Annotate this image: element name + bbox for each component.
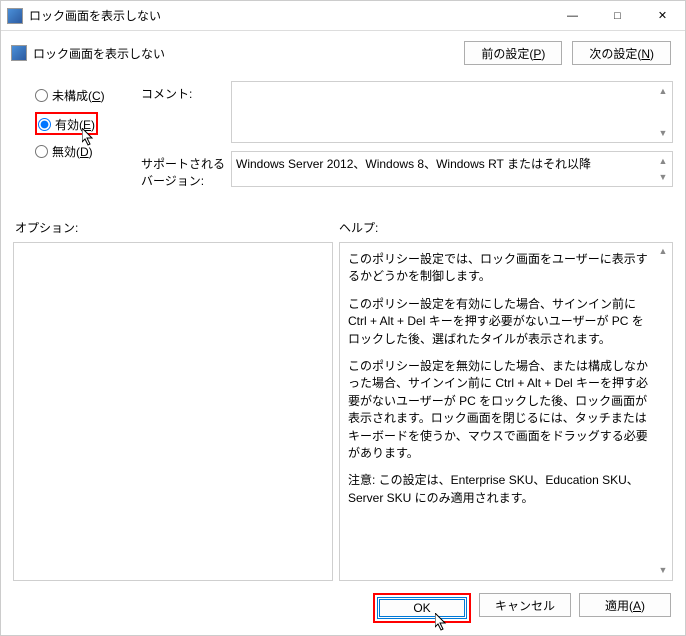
scroll-down-icon[interactable]: ▼ bbox=[656, 126, 670, 140]
cancel-button[interactable]: キャンセル bbox=[479, 593, 571, 617]
ok-button[interactable]: OK bbox=[377, 597, 467, 619]
state-radios: 未構成(C) 有効(E) 無効(D) bbox=[13, 81, 141, 197]
radio-disabled-label[interactable]: 無効(D) bbox=[52, 143, 93, 160]
prev-setting-button[interactable]: 前の設定(P) bbox=[464, 41, 562, 65]
help-panel: このポリシー設定では、ロック画面をユーザーに表示するかどうかを制御します。 この… bbox=[339, 242, 673, 581]
window-title: ロック画面を表示しない bbox=[29, 7, 550, 24]
policy-title: ロック画面を表示しない bbox=[33, 45, 464, 62]
dialog-buttons: OK キャンセル 適用(A) bbox=[13, 593, 673, 623]
close-button[interactable]: ✕ bbox=[640, 1, 685, 30]
help-text: このポリシー設定を有効にした場合、サインイン前に Ctrl + Alt + De… bbox=[348, 296, 650, 348]
radio-not-configured-label[interactable]: 未構成(C) bbox=[52, 87, 105, 104]
scroll-up-icon[interactable]: ▲ bbox=[656, 84, 670, 98]
radio-enabled[interactable] bbox=[38, 118, 51, 131]
help-text: このポリシー設定では、ロック画面をユーザーに表示するかどうかを制御します。 bbox=[348, 251, 650, 286]
options-panel bbox=[13, 242, 333, 581]
comment-textbox[interactable]: ▲ ▼ bbox=[231, 81, 673, 143]
toolbar: ロック画面を表示しない 前の設定(P) 次の設定(N) bbox=[1, 31, 685, 75]
options-label: オプション: bbox=[13, 219, 339, 236]
dialog-window: ロック画面を表示しない — □ ✕ ロック画面を表示しない 前の設定(P) 次の… bbox=[0, 0, 686, 636]
app-icon bbox=[7, 8, 23, 24]
apply-button[interactable]: 適用(A) bbox=[579, 593, 671, 617]
radio-enabled-label[interactable]: 有効(E) bbox=[55, 116, 95, 133]
version-label: サポートされるバージョン: bbox=[141, 151, 231, 189]
scroll-up-icon[interactable]: ▲ bbox=[656, 245, 670, 259]
titlebar: ロック画面を表示しない — □ ✕ bbox=[1, 1, 685, 31]
minimize-button[interactable]: — bbox=[550, 1, 595, 30]
next-setting-button[interactable]: 次の設定(N) bbox=[572, 41, 671, 65]
scroll-down-icon[interactable]: ▼ bbox=[656, 170, 670, 184]
maximize-button[interactable]: □ bbox=[595, 1, 640, 30]
highlight-ok: OK bbox=[373, 593, 471, 623]
scroll-down-icon[interactable]: ▼ bbox=[656, 564, 670, 578]
help-text: 注意: この設定は、Enterprise SKU、Education SKU、S… bbox=[348, 472, 650, 507]
highlight-enabled: 有効(E) bbox=[35, 112, 98, 135]
scroll-up-icon[interactable]: ▲ bbox=[656, 154, 670, 168]
policy-icon bbox=[11, 45, 27, 61]
version-textbox: Windows Server 2012、Windows 8、Windows RT… bbox=[231, 151, 673, 187]
help-label: ヘルプ: bbox=[339, 219, 673, 236]
radio-not-configured[interactable] bbox=[35, 89, 48, 102]
help-text: このポリシー設定を無効にした場合、または構成しなかった場合、サインイン前に Ct… bbox=[348, 358, 650, 462]
comment-label: コメント: bbox=[141, 81, 231, 143]
radio-disabled[interactable] bbox=[35, 145, 48, 158]
